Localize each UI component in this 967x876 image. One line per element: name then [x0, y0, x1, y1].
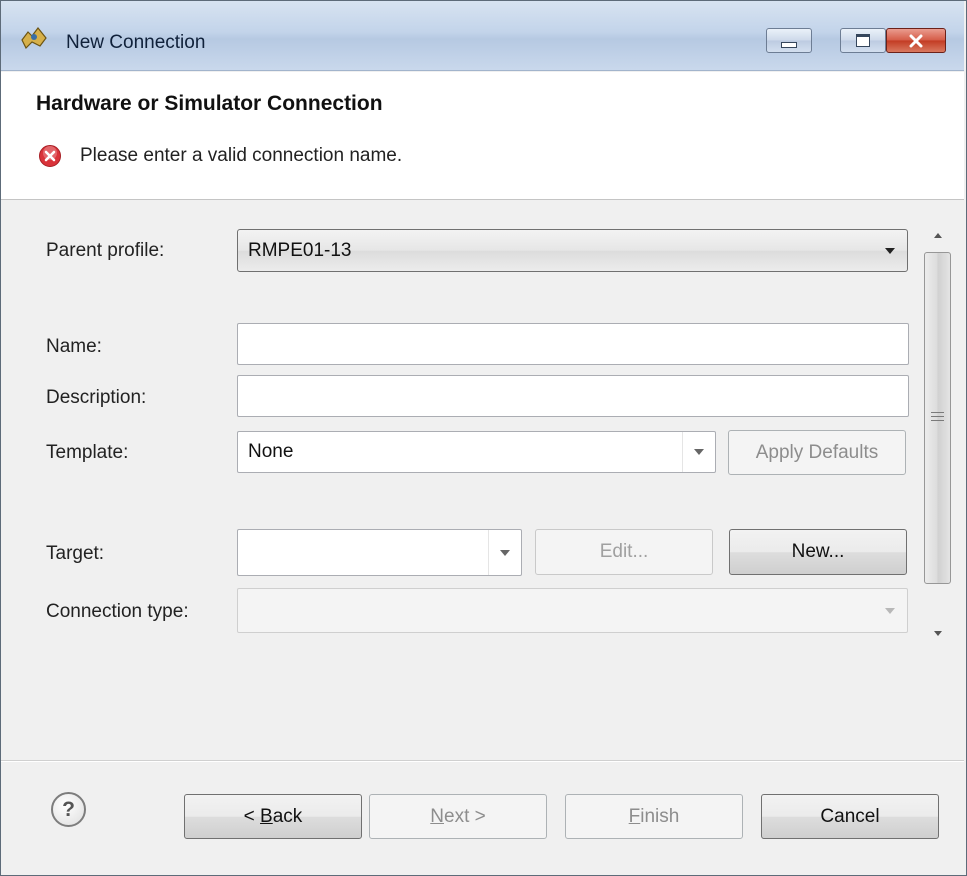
template-combo[interactable]: None	[237, 431, 716, 473]
minimize-icon	[781, 41, 797, 48]
next-mnemonic: N	[430, 805, 444, 827]
chevron-down-icon	[694, 449, 704, 455]
template-value: None	[248, 441, 294, 462]
template-dropdown-button[interactable]	[682, 432, 715, 472]
chevron-down-icon	[885, 607, 895, 614]
page-title: Hardware or Simulator Connection	[36, 92, 383, 115]
parent-profile-label: Parent profile:	[46, 240, 165, 261]
target-combo[interactable]	[237, 529, 522, 576]
parent-profile-value: RMPE01-13	[248, 239, 352, 261]
maximize-icon	[856, 34, 870, 47]
target-label: Target:	[46, 543, 105, 564]
scroll-up-button[interactable]	[924, 222, 951, 248]
back-mnemonic: B	[260, 805, 273, 827]
description-input[interactable]	[237, 375, 909, 417]
chevron-down-icon	[885, 247, 895, 254]
name-input[interactable]	[237, 323, 909, 365]
target-dropdown-button[interactable]	[488, 530, 521, 575]
name-label: Name:	[46, 336, 102, 357]
cancel-button[interactable]: Cancel	[761, 794, 939, 839]
next-button[interactable]: Next >	[369, 794, 547, 839]
connection-type-select[interactable]	[237, 588, 908, 633]
scroll-down-button[interactable]	[924, 620, 951, 646]
app-icon	[20, 26, 48, 50]
scroll-grip-icon	[931, 412, 944, 424]
back-button[interactable]: < Back	[184, 794, 362, 839]
finish-button[interactable]: Finish	[565, 794, 743, 839]
error-message: Please enter a valid connection name.	[80, 145, 403, 166]
minimize-button[interactable]	[766, 28, 812, 53]
template-label: Template:	[46, 442, 129, 463]
chevron-up-icon	[933, 232, 942, 238]
next-label-rest: ext >	[444, 805, 486, 827]
close-icon	[909, 34, 923, 47]
chevron-down-icon	[933, 630, 942, 636]
chevron-down-icon	[500, 549, 510, 556]
error-icon	[38, 144, 62, 168]
window-title: New Connection	[66, 32, 206, 53]
back-prefix: <	[243, 805, 261, 827]
footer-separator-highlight	[1, 761, 964, 762]
maximize-button[interactable]	[840, 28, 886, 53]
connection-type-label: Connection type:	[46, 601, 189, 622]
back-label-rest: ack	[272, 805, 303, 827]
target-value	[238, 530, 248, 551]
apply-defaults-button[interactable]: Apply Defaults	[728, 430, 906, 475]
finish-mnemonic: F	[628, 805, 641, 827]
description-label: Description:	[46, 387, 147, 408]
parent-profile-select[interactable]: RMPE01-13	[237, 229, 908, 272]
edit-target-button[interactable]: Edit...	[535, 529, 713, 575]
help-icon[interactable]: ?	[51, 792, 86, 827]
close-button[interactable]	[886, 28, 946, 53]
new-target-button[interactable]: New...	[729, 529, 907, 575]
finish-label-rest: inish	[640, 805, 680, 827]
